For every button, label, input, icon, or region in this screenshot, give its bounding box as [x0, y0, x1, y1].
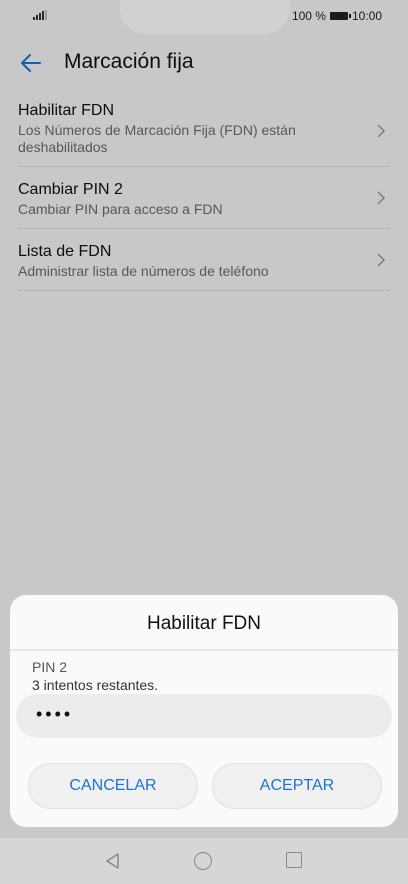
cancel-button[interactable]: CANCELAR	[28, 763, 198, 809]
pin2-masked-value: ••••	[36, 704, 74, 724]
pin-dialog: Habilitar FDN PIN 2 3 intentos restantes…	[10, 595, 398, 827]
app-screen: 100 % 10:00 Marcación fija Habilitar FDN…	[0, 0, 408, 884]
system-nav-bar	[0, 838, 408, 884]
pin-field-label: PIN 2	[32, 659, 68, 675]
pin2-input[interactable]: ••••	[16, 694, 392, 738]
dialog-title: Habilitar FDN	[146, 613, 262, 634]
attempts-hint: 3 intentos restantes.	[32, 677, 159, 693]
nav-home-icon[interactable]	[194, 852, 212, 870]
accept-button[interactable]: ACEPTAR	[212, 763, 382, 809]
nav-back-icon[interactable]	[104, 852, 122, 870]
dialog-divider	[10, 649, 398, 651]
nav-recents-icon[interactable]	[286, 852, 302, 868]
